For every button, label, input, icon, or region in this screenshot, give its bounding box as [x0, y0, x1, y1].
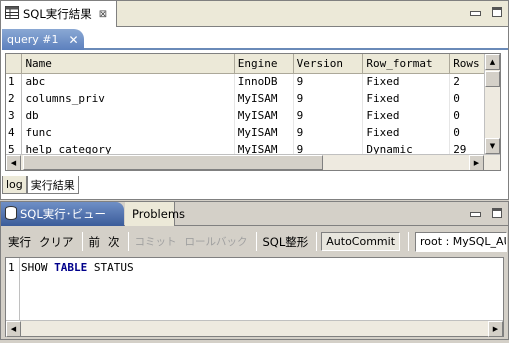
table-cell[interactable]: Fixed [362, 90, 451, 107]
view-controls [470, 7, 502, 17]
close-icon[interactable]: ✕ [68, 33, 78, 47]
horizontal-scrollbar[interactable]: ◀ ▶ [6, 320, 503, 337]
table-cell[interactable]: db [21, 107, 235, 124]
column-header[interactable]: Row_format [362, 54, 451, 74]
table-cell[interactable]: MyISAM [234, 107, 294, 124]
table-cell[interactable]: Fixed [362, 73, 451, 90]
sql-format-button[interactable]: SQL整形 [263, 234, 309, 250]
results-table: Name Engine Version Row_format Rows 1 abc… [6, 54, 500, 158]
table-cell[interactable]: abc [21, 73, 235, 90]
tab-query-1[interactable]: query #1 ✕ [2, 29, 84, 50]
tab-title: SQL実行･ビュー [20, 207, 107, 221]
scroll-left-icon[interactable]: ◀ [6, 321, 21, 337]
column-header[interactable]: Version [293, 54, 364, 74]
execute-button[interactable]: 実行 [8, 234, 31, 250]
query-tabbar: query #1 ✕ [2, 28, 508, 50]
minimize-icon[interactable] [470, 7, 481, 17]
horizontal-scrollbar[interactable]: ◀ ▶ [6, 154, 500, 170]
table-row[interactable]: 3 db MyISAM 9 Fixed 0 [6, 107, 500, 124]
results-view-tabbar: SQL実行結果 ⊠ [1, 1, 508, 27]
close-icon[interactable]: ⊠ [99, 9, 107, 20]
autocommit-toggle[interactable]: AutoCommit [321, 232, 401, 251]
table-row[interactable]: 4 func MyISAM 9 Fixed 0 [6, 124, 500, 141]
row-number: 2 [6, 90, 23, 107]
tab-log[interactable]: log [2, 176, 27, 194]
database-icon [5, 205, 17, 223]
table-cell[interactable]: 9 [293, 107, 364, 124]
table-row[interactable]: 2 columns_priv MyISAM 9 Fixed 0 [6, 90, 500, 107]
table-cell[interactable]: func [21, 124, 235, 141]
tab-sql-results[interactable]: SQL実行結果 ⊠ [1, 1, 117, 27]
scroll-thumb[interactable] [23, 155, 323, 170]
minimize-icon[interactable] [470, 208, 481, 218]
query-tab-label: query #1 [7, 33, 59, 46]
scroll-down-icon[interactable]: ▼ [485, 138, 500, 154]
row-number: 4 [6, 124, 23, 141]
table-cell[interactable]: Fixed [362, 107, 451, 124]
table-cell[interactable]: Fixed [362, 124, 451, 141]
row-number-header[interactable] [6, 54, 23, 74]
clear-button[interactable]: クリア [39, 234, 74, 250]
maximize-icon[interactable] [492, 7, 502, 17]
line-number-gutter: 1 [6, 258, 20, 321]
prev-button[interactable]: 前 [89, 234, 101, 250]
table-cell[interactable]: InnoDB [234, 73, 294, 90]
tab-exec-result[interactable]: 実行結果 [26, 176, 79, 194]
tab-sql-exec-view[interactable]: SQL実行･ビュー [1, 202, 124, 226]
tab-title: Problems [132, 207, 186, 221]
toolbar-separator [81, 232, 83, 251]
line-number: 1 [8, 261, 15, 274]
results-grid: Name Engine Version Row_format Rows 1 abc… [5, 53, 501, 171]
app-window: SQL実行結果 ⊠ query #1 ✕ Name Engine Version… [0, 0, 509, 343]
sql-token: STATUS [87, 261, 134, 274]
table-cell[interactable]: 9 [293, 90, 364, 107]
sql-token: SHOW [21, 261, 55, 274]
next-button[interactable]: 次 [108, 234, 120, 250]
table-cell[interactable]: MyISAM [234, 124, 294, 141]
row-number: 3 [6, 107, 23, 124]
vertical-scrollbar[interactable]: ▲ ▼ [484, 54, 500, 170]
scroll-right-icon[interactable]: ▶ [469, 155, 484, 170]
toolbar-separator [316, 232, 318, 251]
toolbar-separator [408, 232, 410, 251]
table-row[interactable]: 1 abc InnoDB 9 Fixed 2 [6, 73, 500, 90]
toolbar-separator [127, 232, 129, 251]
view-controls [470, 208, 502, 218]
table-cell[interactable]: 9 [293, 124, 364, 141]
scroll-left-icon[interactable]: ◀ [6, 155, 21, 170]
sql-results-view: SQL実行結果 ⊠ query #1 ✕ Name Engine Version… [0, 0, 509, 200]
rollback-button[interactable]: ロールバック [185, 234, 248, 249]
scroll-right-icon[interactable]: ▶ [488, 321, 503, 337]
scroll-up-icon[interactable]: ▲ [485, 54, 500, 70]
result-subtabs: log 実行結果 [2, 176, 79, 196]
row-number: 1 [6, 73, 23, 90]
connection-select[interactable]: root : MySQL_AUTO [415, 231, 507, 252]
table-cell[interactable]: 9 [293, 73, 364, 90]
sql-toolbar: 実行 クリア 前 次 コミット ロールバック SQL整形 AutoCommit … [2, 228, 507, 255]
sql-text[interactable]: SHOW TABLE STATUS [21, 261, 134, 274]
sql-keyword: TABLE [54, 261, 88, 274]
table-header-row: Name Engine Version Row_format Rows [6, 54, 500, 74]
toolbar-separator [255, 232, 257, 251]
commit-button[interactable]: コミット [135, 234, 177, 249]
column-header[interactable]: Engine [234, 54, 294, 74]
scroll-thumb[interactable] [485, 71, 500, 87]
maximize-icon[interactable] [492, 208, 502, 218]
sql-editor[interactable]: 1 SHOW TABLE STATUS ◀ ▶ [5, 257, 504, 337]
exec-view-tabbar: SQL実行･ビュー Problems [1, 202, 508, 226]
tab-title: SQL実行結果 [23, 7, 92, 21]
column-header[interactable]: Name [21, 54, 235, 74]
table-cell[interactable]: columns_priv [21, 90, 235, 107]
tab-problems[interactable]: Problems [125, 202, 185, 226]
sql-exec-view: SQL実行･ビュー Problems 実行 クリア 前 次 コミット ロールバッ… [0, 201, 509, 340]
table-icon [5, 6, 19, 22]
table-cell[interactable]: MyISAM [234, 90, 294, 107]
